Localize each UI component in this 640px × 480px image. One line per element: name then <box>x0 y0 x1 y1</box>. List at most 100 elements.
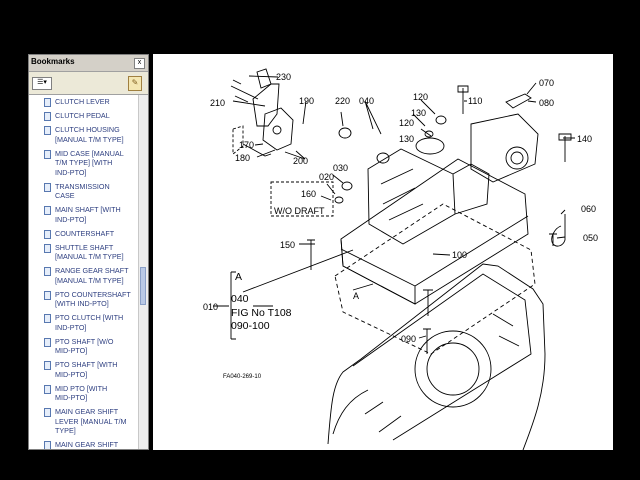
top-cover-base <box>340 158 529 305</box>
part-label-150: 150 <box>280 240 295 250</box>
part-label-100: 100 <box>452 250 467 260</box>
part-label-090: 090 <box>401 334 416 344</box>
top-cover-bore <box>415 137 445 155</box>
part-label-030: 030 <box>333 163 348 173</box>
leader-lines <box>213 75 575 339</box>
part-label-130a: 130 <box>411 108 426 118</box>
part-label-180: 180 <box>235 153 250 163</box>
lever-plate <box>256 68 272 89</box>
part-label-080: 080 <box>539 98 554 108</box>
parts-diagram: 230 210 190 220 040 120 110 070 080 130 … <box>203 68 598 450</box>
bookmark-label: CLUTCH HOUSING [MANUAL T/M TYPE] <box>55 125 124 144</box>
top-cover-ribs <box>380 168 424 221</box>
find-bookmark-icon[interactable]: ✎ <box>128 76 142 91</box>
bracket-body <box>262 107 294 151</box>
bookmark-page-icon <box>44 149 51 159</box>
bracket-pin <box>272 125 282 135</box>
wo-draft-label: W/O DRAFT <box>274 206 325 216</box>
bookmark-page-icon <box>44 243 51 253</box>
bookmark-label: PTO COUNTERSHAFT [WITH IND-PTO] <box>55 289 131 309</box>
part-label-070: 070 <box>539 78 554 88</box>
part-label-010: 010 <box>203 302 218 312</box>
part-label-120a: 120 <box>413 92 428 102</box>
bookmarks-header: Bookmarks x <box>29 55 148 72</box>
bookmark-label: COUNTERSHAFT <box>55 228 115 238</box>
callout-a: A <box>235 271 242 283</box>
stud-090 <box>423 328 431 354</box>
callout-leader <box>242 249 374 293</box>
bolt-050 <box>549 233 557 246</box>
bookmark-page-icon <box>44 182 51 192</box>
rear-cover-block <box>470 113 539 183</box>
part-label-160: 160 <box>301 189 316 199</box>
gasket-outline <box>334 203 536 355</box>
bookmark-page-icon <box>44 337 51 347</box>
cap-070 <box>505 93 532 109</box>
part-label-040: 040 <box>359 96 374 106</box>
bookmark-label: PTO SHAFT [WITH MID-PTO] <box>55 360 118 379</box>
part-label-220: 220 <box>335 96 350 106</box>
bookmark-label: TRANSMISSION CASE <box>55 181 110 201</box>
part-label-020: 020 <box>319 172 334 182</box>
plug-020 <box>334 196 344 204</box>
bookmark-page-icon <box>44 206 51 215</box>
part-label-050: 050 <box>583 233 598 243</box>
bookmarks-toolbar: ☰▾ ✎ <box>29 72 148 95</box>
document-page: 230 210 190 220 040 120 110 070 080 130 … <box>153 54 613 450</box>
rear-cover-port-inner <box>510 151 524 165</box>
drawing-code: FA040-269-10 <box>223 374 262 380</box>
bookmark-label: MAIN SHAFT [WITH IND-PTO] <box>55 205 121 224</box>
close-icon[interactable]: x <box>134 58 145 69</box>
lower-housing-bore-inner <box>426 342 480 396</box>
bookmark-page-icon <box>44 112 51 121</box>
bookmark-label: MID CASE [MANUAL T/M TYPE] [WITH IND-PTO… <box>55 148 124 177</box>
bookmark-label: PTO CLUTCH [WITH IND-PTO] <box>55 313 124 332</box>
part-label-140: 140 <box>577 134 592 144</box>
bookmark-page-icon <box>44 384 51 394</box>
bookmark-list: CLUTCH LEVER CLUTCH PEDAL CLUTCH HOUSING [… <box>29 95 139 449</box>
callout-fig-range: 090-100 <box>231 320 270 332</box>
bookmark-page-icon <box>44 98 51 107</box>
bookmark-label: MAIN GEAR SHIFT <box>55 440 119 449</box>
bookmark-label: CLUTCH LEVER <box>55 97 110 106</box>
bolt-150 <box>307 239 315 270</box>
plug-220 <box>338 127 352 139</box>
bookmark-label: MID PTO [WITH MID-PTO] <box>55 383 108 403</box>
plug-130 <box>424 130 434 138</box>
top-cover-boss-side <box>452 163 490 215</box>
bookmark-page-icon <box>44 314 51 323</box>
lower-housing-rib <box>332 389 369 435</box>
scrollbar-thumb[interactable] <box>140 267 146 305</box>
marker-a: A <box>353 291 359 301</box>
rear-cover-port <box>505 146 529 170</box>
part-label-060: 060 <box>581 204 596 214</box>
bookmarks-title: Bookmarks <box>31 57 75 66</box>
lower-housing-flange <box>352 273 532 441</box>
part-label-120b: 120 <box>399 118 414 128</box>
bookmark-label: PTO SHAFT [W/O MID-PTO] <box>55 336 114 356</box>
part-label-200: 200 <box>293 156 308 166</box>
bookmark-page-icon <box>44 267 51 276</box>
part-label-210: 210 <box>210 98 225 108</box>
bookmark-label: MAIN GEAR SHIFT LEVER [MANUAL T/M TYPE] <box>55 407 127 435</box>
bolt-110 <box>457 85 469 114</box>
callout-fig-no: FIG No T108 <box>231 307 292 319</box>
bookmark-label: CLUTCH PEDAL <box>55 111 110 120</box>
bookmark-page-icon <box>44 361 51 370</box>
bookmark-label: SHUTTLE SHAFT [MANUAL T/M TYPE] <box>55 242 124 262</box>
options-menu-icon[interactable]: ☰▾ <box>32 77 52 90</box>
bookmark-label: RANGE GEAR SHAFT [MANUAL T/M TYPE] <box>55 266 129 285</box>
lower-housing-bore <box>414 330 492 408</box>
bookmark-page-icon <box>44 290 51 300</box>
bookmarks-panel: Bookmarks x ☰▾ ✎ CLUTCH LEVER CLUTCH PEDA… <box>28 54 149 450</box>
plug-120 <box>435 115 447 125</box>
pipe-060 <box>551 214 566 247</box>
plug-030 <box>341 181 353 191</box>
top-cover-flange-edge <box>414 215 529 287</box>
bookmarks-scrollbar[interactable] <box>138 95 148 449</box>
bookmark-page-icon <box>44 229 51 239</box>
part-label-170: 170 <box>239 140 254 150</box>
callout-040: 040 <box>231 293 249 305</box>
bookmark-page-icon <box>44 441 51 449</box>
bookmark-page-icon <box>44 408 51 417</box>
